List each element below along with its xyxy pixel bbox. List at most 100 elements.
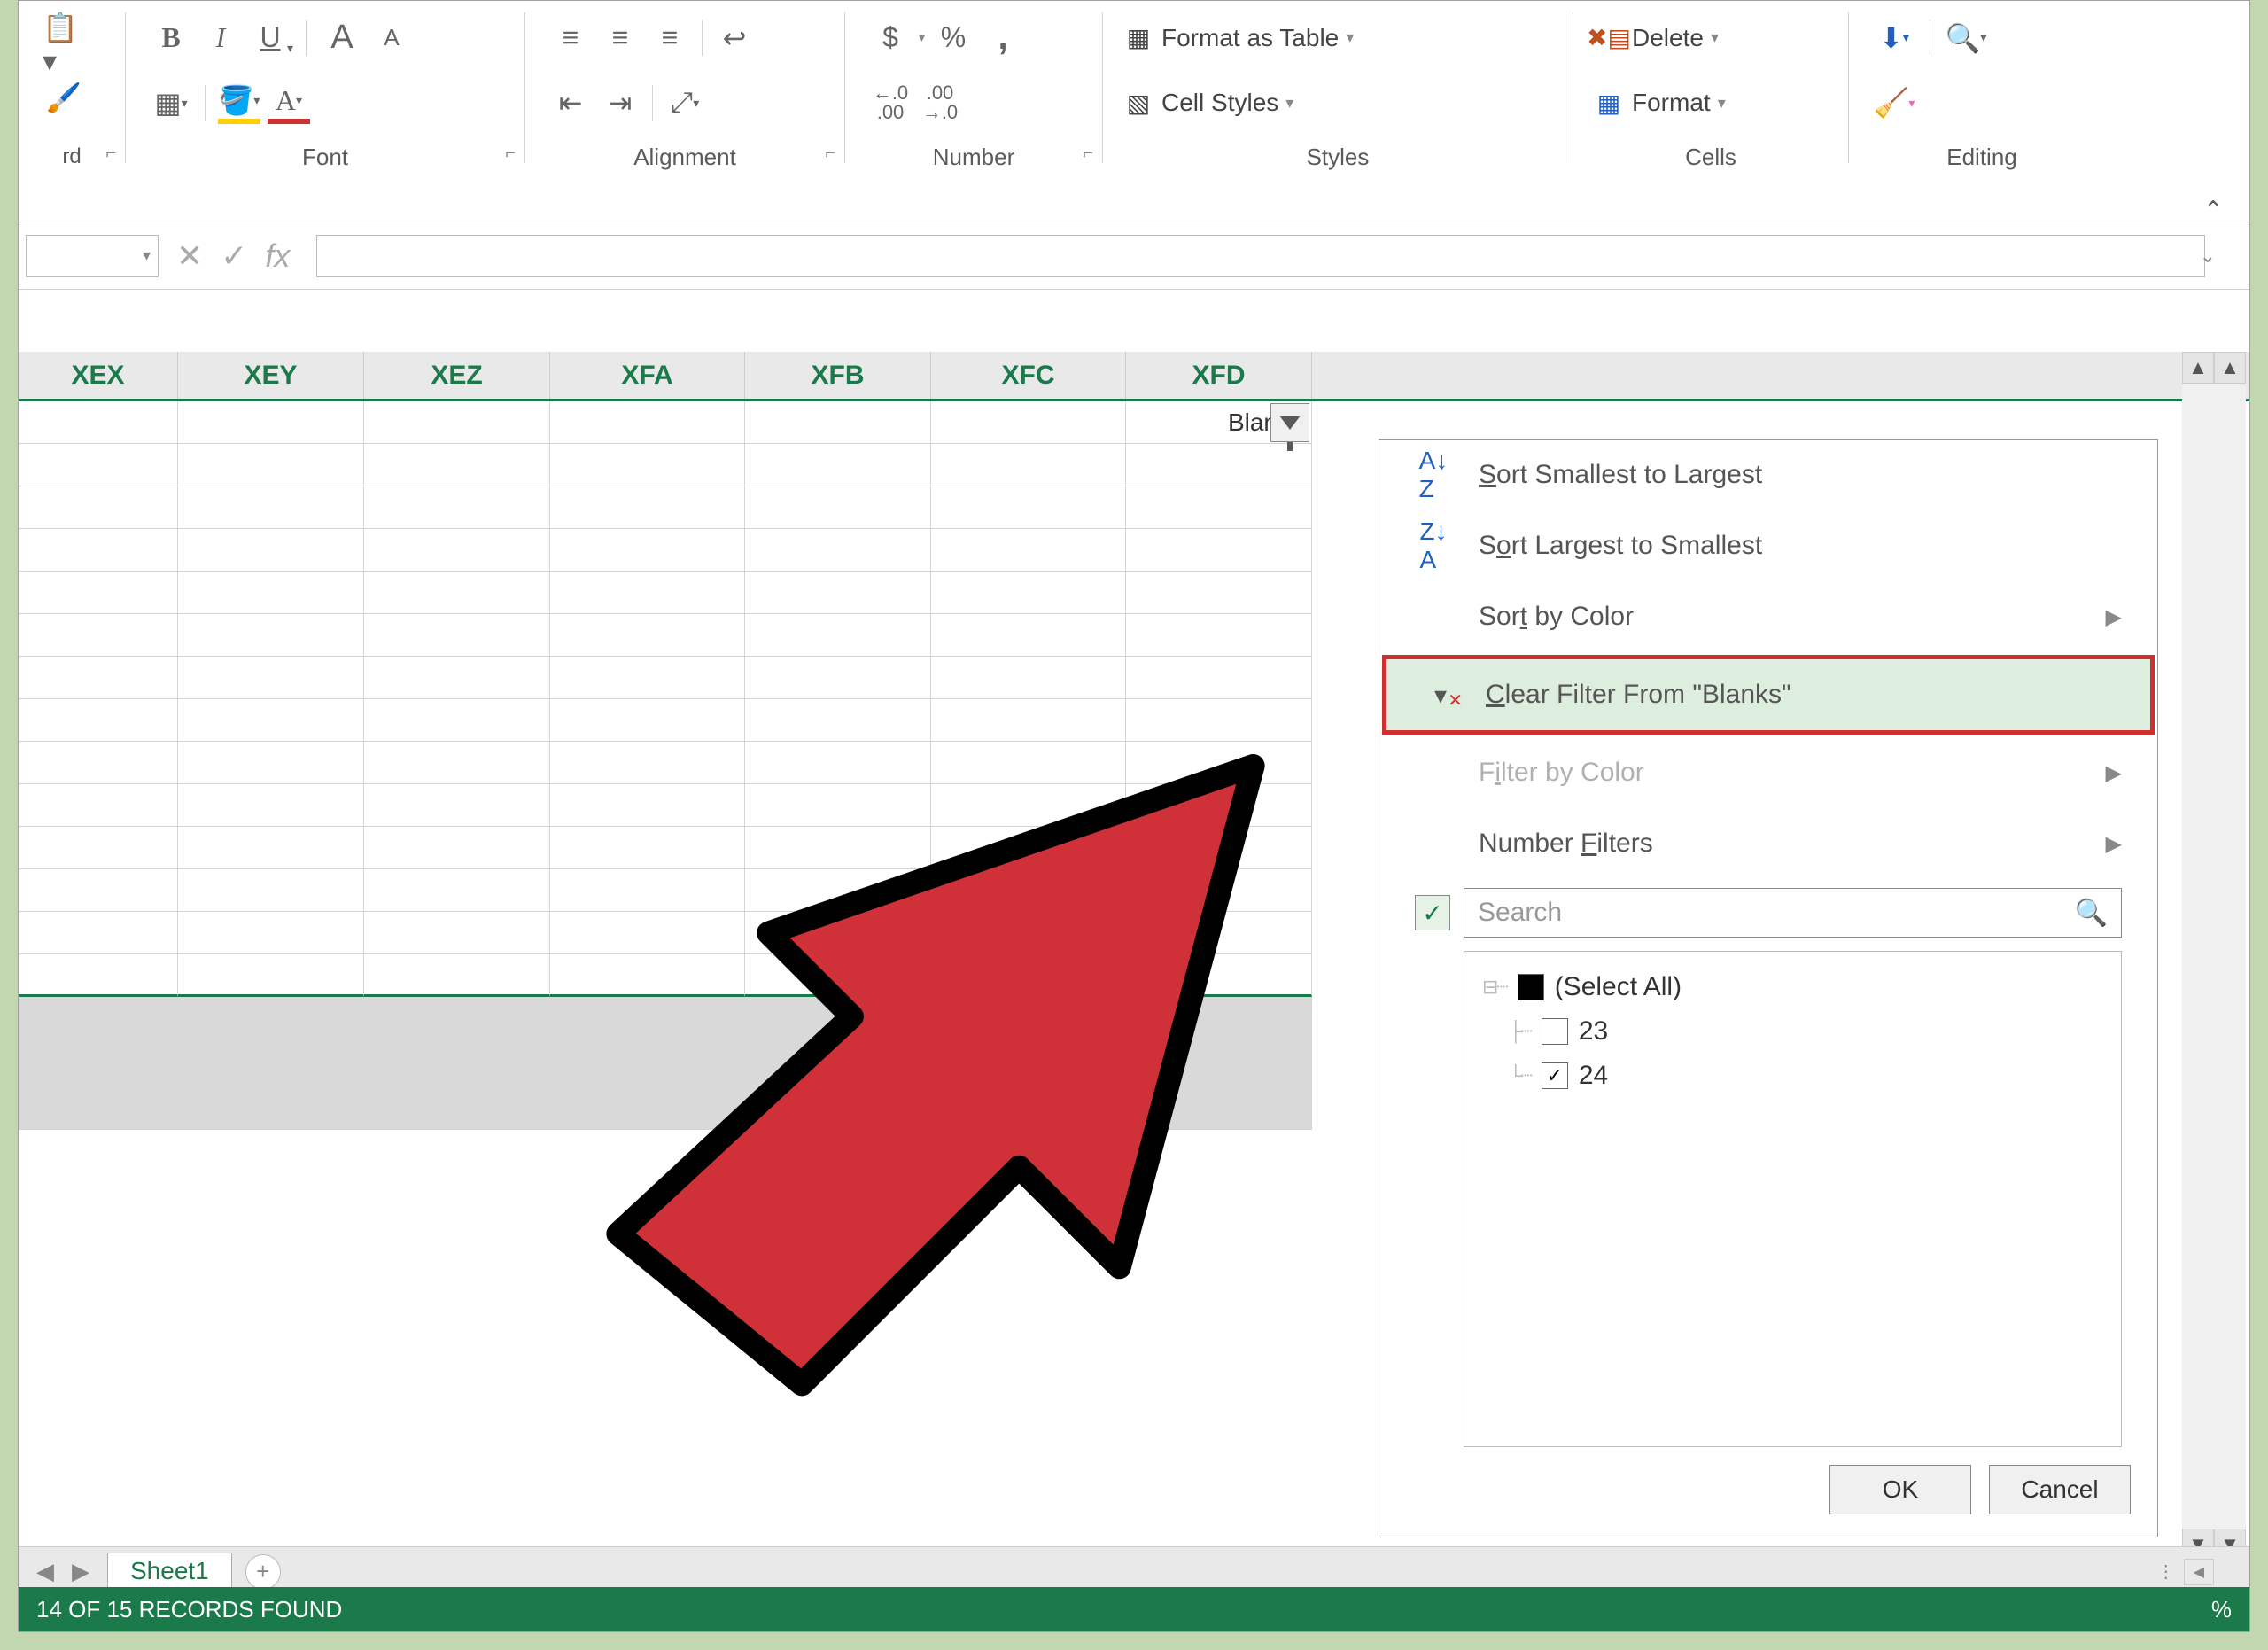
cell[interactable] bbox=[19, 486, 178, 529]
column-header[interactable]: XFD bbox=[1126, 352, 1312, 399]
comma-style-button[interactable]: , bbox=[982, 17, 1024, 59]
cell[interactable] bbox=[931, 572, 1126, 614]
find-select-button[interactable]: 🔍▾ bbox=[1945, 17, 1987, 59]
format-painter-icon[interactable]: 🖌️ bbox=[43, 76, 85, 119]
cell[interactable] bbox=[364, 614, 550, 657]
borders-button[interactable]: ▦▾ bbox=[150, 82, 192, 124]
filter-search-input[interactable]: Search 🔍 bbox=[1464, 888, 2122, 938]
wrap-text-button[interactable]: ↩ bbox=[713, 17, 756, 59]
hscroll-left-button[interactable]: ◀ bbox=[2184, 1559, 2214, 1585]
column-header[interactable]: XFA bbox=[550, 352, 745, 399]
cell[interactable] bbox=[178, 572, 364, 614]
cell[interactable] bbox=[19, 912, 178, 954]
expand-formula-bar-button[interactable]: ⌄ bbox=[2200, 245, 2216, 268]
decrease-decimal-button[interactable]: .00→.0 bbox=[919, 82, 961, 124]
sort-descending-item[interactable]: Z↓A Sort Largest to Smallest bbox=[1379, 510, 2157, 581]
cell[interactable] bbox=[178, 954, 364, 997]
cell[interactable] bbox=[19, 784, 178, 827]
cell[interactable] bbox=[1126, 444, 1312, 486]
cell[interactable] bbox=[1126, 614, 1312, 657]
cell[interactable] bbox=[364, 444, 550, 486]
orientation-button[interactable]: ⤢▾ bbox=[664, 82, 706, 124]
cell[interactable] bbox=[19, 529, 178, 572]
cell[interactable] bbox=[931, 614, 1126, 657]
percent-style-button[interactable]: % bbox=[932, 17, 975, 59]
cell[interactable] bbox=[178, 912, 364, 954]
increase-decimal-button[interactable]: ←.0.00 bbox=[869, 82, 912, 124]
clear-button[interactable]: 🧹▾ bbox=[1873, 82, 1915, 124]
cell[interactable] bbox=[178, 401, 364, 444]
cell[interactable] bbox=[19, 827, 178, 869]
italic-button[interactable]: I bbox=[199, 17, 242, 59]
new-sheet-button[interactable]: + bbox=[245, 1554, 281, 1590]
formula-bar-input[interactable] bbox=[316, 235, 2205, 277]
cell[interactable] bbox=[19, 572, 178, 614]
cancel-button[interactable]: Cancel bbox=[1989, 1465, 2131, 1514]
cancel-entry-icon[interactable]: ✕ bbox=[176, 237, 203, 275]
cell[interactable] bbox=[19, 444, 178, 486]
increase-indent-button[interactable]: ⇥ bbox=[599, 82, 641, 124]
cell[interactable] bbox=[178, 444, 364, 486]
scroll-up-button[interactable]: ▲ bbox=[2214, 352, 2246, 384]
cell[interactable] bbox=[178, 869, 364, 912]
cell[interactable] bbox=[178, 486, 364, 529]
tree-item[interactable]: ├┈ 23 bbox=[1509, 1009, 2103, 1054]
cell[interactable] bbox=[364, 572, 550, 614]
cell[interactable] bbox=[931, 529, 1126, 572]
cell[interactable] bbox=[19, 699, 178, 742]
cell[interactable] bbox=[19, 657, 178, 699]
ok-button[interactable]: OK bbox=[1829, 1465, 1971, 1514]
align-middle-button[interactable]: ≡ bbox=[599, 17, 641, 59]
number-dialog-launcher[interactable]: ⌐ bbox=[1083, 144, 1093, 164]
cell[interactable] bbox=[19, 614, 178, 657]
column-header[interactable]: XEX bbox=[19, 352, 178, 399]
cell[interactable] bbox=[1126, 529, 1312, 572]
prev-sheet-button[interactable]: ◀ bbox=[36, 1558, 54, 1585]
cell[interactable] bbox=[931, 401, 1126, 444]
name-box[interactable]: ▾ bbox=[26, 235, 159, 277]
sheet-tab[interactable]: Sheet1 bbox=[107, 1553, 232, 1592]
cell[interactable] bbox=[178, 529, 364, 572]
align-top-button[interactable]: ≡ bbox=[549, 17, 592, 59]
enter-entry-icon[interactable]: ✓ bbox=[221, 237, 247, 275]
cell[interactable] bbox=[550, 401, 745, 444]
cell[interactable] bbox=[550, 486, 745, 529]
collapse-ribbon-button[interactable]: ⌃ bbox=[2203, 196, 2223, 222]
cell[interactable] bbox=[1126, 572, 1312, 614]
column-header[interactable]: XFB bbox=[745, 352, 931, 399]
cell[interactable] bbox=[178, 699, 364, 742]
search-check-icon[interactable]: ✓ bbox=[1415, 895, 1450, 930]
cell[interactable] bbox=[745, 614, 931, 657]
decrease-font-size-button[interactable]: A bbox=[370, 17, 413, 59]
vertical-scrollbar[interactable]: ▲ ▼ bbox=[2182, 352, 2214, 1560]
cell[interactable] bbox=[178, 827, 364, 869]
column-header[interactable]: XEY bbox=[178, 352, 364, 399]
cell[interactable] bbox=[178, 657, 364, 699]
clear-filter-item[interactable]: ▾✕ Clear Filter From "Blanks" bbox=[1382, 655, 2155, 735]
underline-button[interactable]: U▾ bbox=[249, 17, 291, 59]
alignment-dialog-launcher[interactable]: ⌐ bbox=[825, 144, 835, 164]
tree-item[interactable]: └┈ 24 bbox=[1509, 1054, 2103, 1098]
filter-dropdown-button[interactable] bbox=[1270, 403, 1309, 442]
cell[interactable] bbox=[364, 529, 550, 572]
cell[interactable] bbox=[745, 444, 931, 486]
fill-button[interactable]: ⬇▾ bbox=[1873, 17, 1915, 59]
bold-button[interactable]: B bbox=[150, 17, 192, 59]
cell[interactable] bbox=[550, 529, 745, 572]
cell[interactable] bbox=[745, 572, 931, 614]
font-dialog-launcher[interactable]: ⌐ bbox=[505, 144, 516, 164]
cell[interactable] bbox=[178, 614, 364, 657]
insert-function-button[interactable]: fx bbox=[265, 237, 290, 275]
paste-options-icon[interactable]: 📋▾ bbox=[43, 23, 85, 66]
format-as-table-button[interactable]: ▦ Format as Table▾ bbox=[1114, 19, 1562, 58]
scroll-up-button[interactable]: ▲ bbox=[2182, 352, 2214, 384]
accounting-format-button[interactable]: $ bbox=[869, 17, 912, 59]
cell[interactable] bbox=[364, 486, 550, 529]
cell[interactable] bbox=[550, 444, 745, 486]
cell[interactable] bbox=[178, 784, 364, 827]
cell[interactable] bbox=[19, 954, 178, 997]
font-color-button[interactable]: A▾ bbox=[268, 82, 310, 124]
tree-item-select-all[interactable]: ⊟┈ (Select All) bbox=[1482, 965, 2103, 1009]
secondary-vertical-scrollbar[interactable]: ▲ ▼ bbox=[2214, 352, 2246, 1560]
decrease-indent-button[interactable]: ⇤ bbox=[549, 82, 592, 124]
